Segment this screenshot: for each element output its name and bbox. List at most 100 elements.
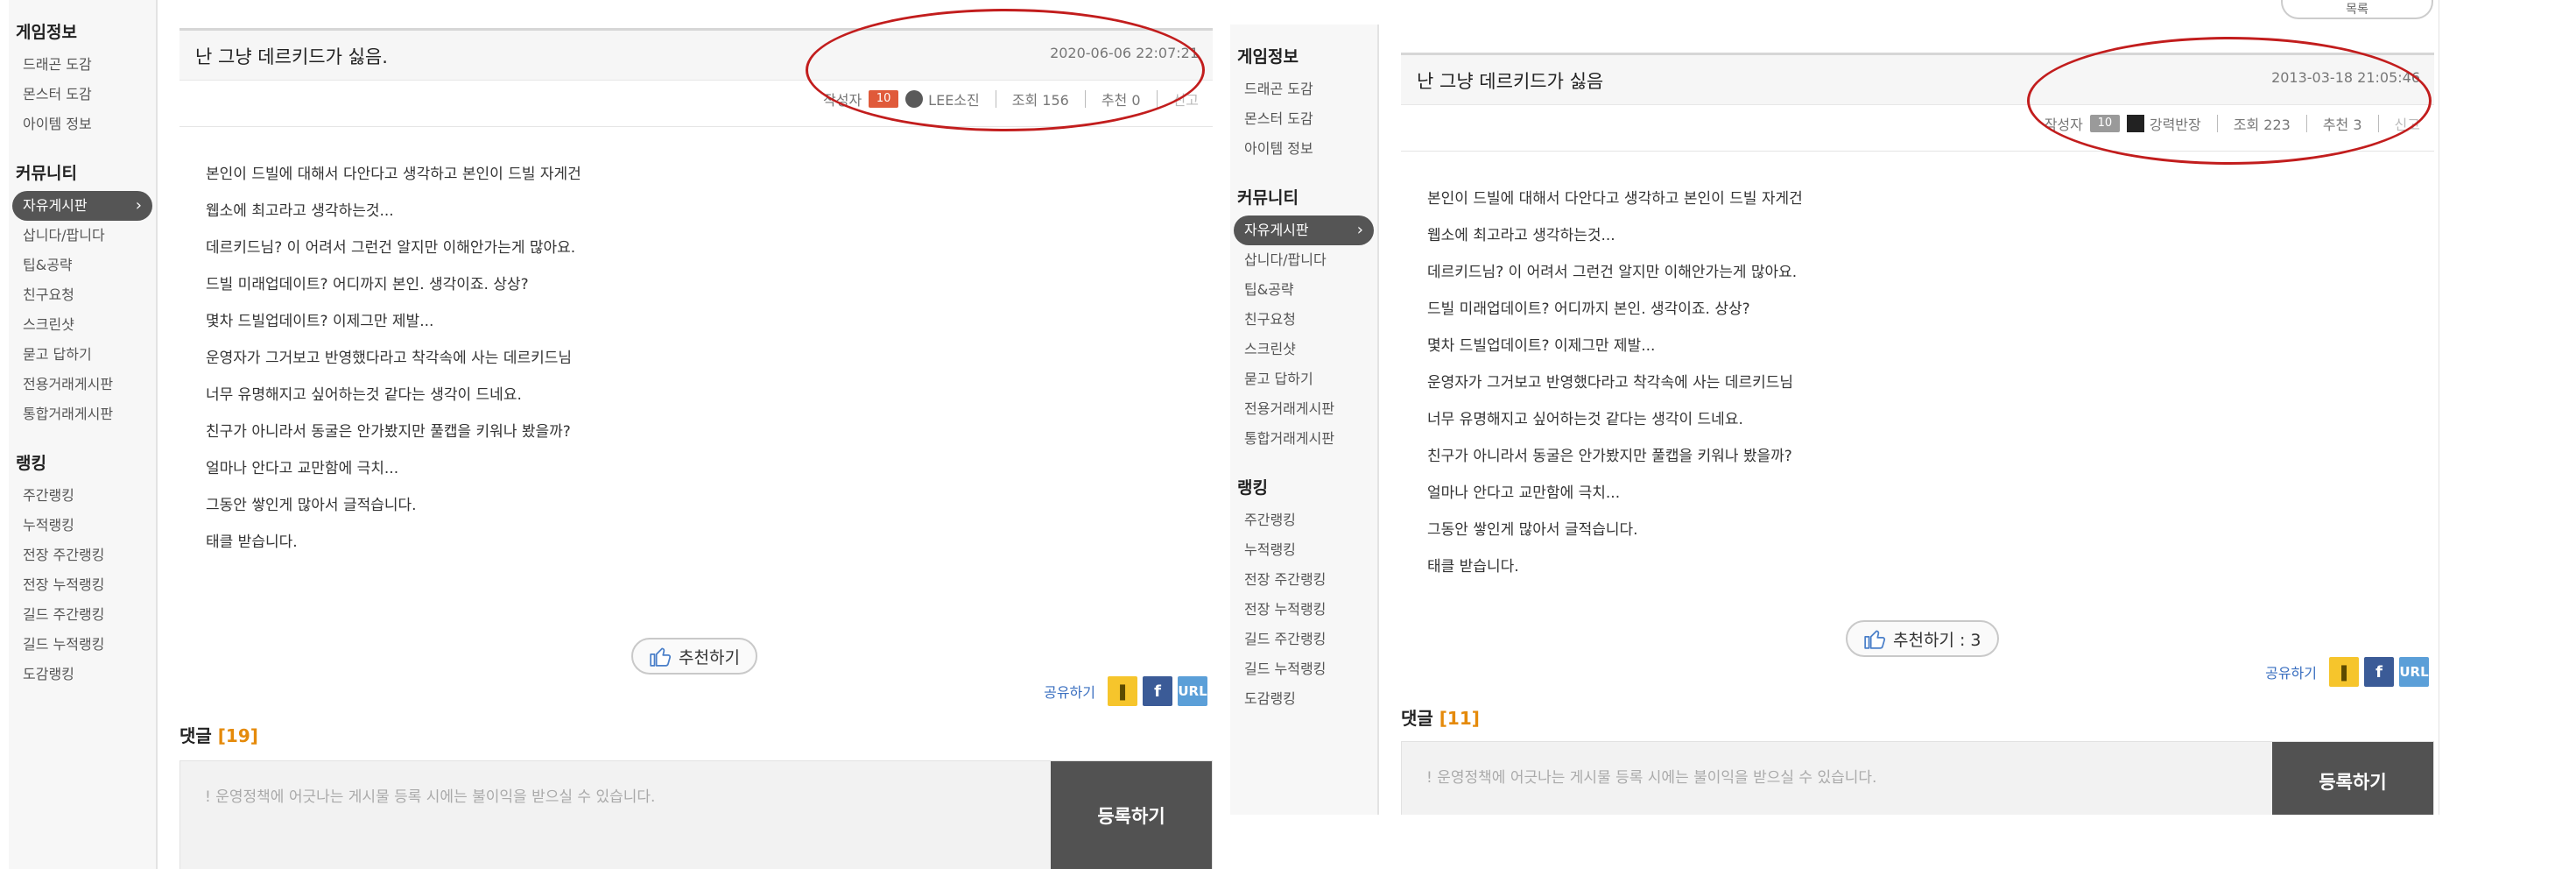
share-bar: 공유하기 ❚ f URL bbox=[2265, 657, 2429, 687]
annotation-ellipse bbox=[806, 9, 1205, 131]
sidebar-item-guild-weekly[interactable]: 길드 주간랭킹 bbox=[9, 600, 156, 630]
body-line: 몇차 드빌업데이트? 이제그만 제발... bbox=[1427, 337, 1656, 355]
body-line: 얼마나 안다고 교만함에 극치... bbox=[206, 460, 399, 477]
sidebar-item-tips[interactable]: 팁&공략 bbox=[1230, 275, 1377, 305]
sidebar-item-free-board[interactable]: 자유게시판 › bbox=[1234, 215, 1374, 245]
kakao-share-icon[interactable]: ❚ bbox=[2329, 657, 2359, 687]
sidebar-item-monster-book[interactable]: 몬스터 도감 bbox=[9, 80, 156, 110]
comment-input[interactable]: ! 운영정책에 어긋나는 게시물 등록 시에는 불이익을 받으실 수 있습니다.… bbox=[1401, 741, 2434, 815]
share-label: 공유하기 bbox=[1044, 684, 1095, 701]
sidebar-item-screenshot[interactable]: 스크린샷 bbox=[1230, 335, 1377, 364]
submit-button[interactable]: 등록하기 bbox=[2272, 742, 2433, 815]
comment-input[interactable]: ! 운영정책에 어긋나는 게시물 등록 시에는 불이익을 받으실 수 있습니다.… bbox=[179, 760, 1213, 869]
body-line: 본인이 드빌에 대해서 다안다고 생각하고 본인이 드빌 자게건 bbox=[206, 166, 581, 183]
sidebar-section-community: 커뮤니티 bbox=[1237, 188, 1299, 208]
chevron-right-icon: › bbox=[135, 196, 142, 215]
share-bar: 공유하기 ❚ f URL bbox=[1044, 676, 1207, 706]
sidebar-item-tips[interactable]: 팁&공략 bbox=[9, 251, 156, 280]
comment-placeholder: ! 운영정책에 어긋나는 게시물 등록 시에는 불이익을 받으실 수 있습니다. bbox=[205, 788, 656, 806]
sidebar-item-guild-total[interactable]: 길드 누적랭킹 bbox=[1230, 654, 1377, 684]
comment-count: [11] bbox=[1439, 708, 1480, 729]
sidebar-item-buy-sell[interactable]: 삽니다/팝니다 bbox=[9, 221, 156, 251]
sidebar-item-qna[interactable]: 묻고 답하기 bbox=[9, 340, 156, 370]
sidebar-item-total-rank[interactable]: 누적랭킹 bbox=[9, 511, 156, 540]
sidebar-item-item-info[interactable]: 아이템 정보 bbox=[9, 110, 156, 139]
post-body: 본인이 드빌에 대해서 다안다고 생각하고 본인이 드빌 자게건 웹소에 최고라… bbox=[1427, 180, 1803, 585]
sidebar-item-label: 자유게시판 bbox=[1244, 222, 1309, 238]
sidebar-item-dragon-book[interactable]: 드래곤 도감 bbox=[1230, 74, 1377, 104]
sidebar-item-exclusive-trade[interactable]: 전용거래게시판 bbox=[1230, 394, 1377, 424]
body-line: 친구가 아니라서 동굴은 안가봤지만 풀캡을 키워나 봤을까? bbox=[206, 423, 571, 441]
sidebar-section-ranking: 랭킹 bbox=[1237, 478, 1268, 498]
body-line: 본인이 드빌에 대해서 다안다고 생각하고 본인이 드빌 자게건 bbox=[1427, 190, 1803, 208]
recommend-label: 추천하기 : 3 bbox=[1893, 630, 1981, 650]
sidebar-item-monster-book[interactable]: 몬스터 도감 bbox=[1230, 104, 1377, 134]
sidebar: 게임정보 드래곤 도감 몬스터 도감 아이템 정보 커뮤니티 자유게시판 › 삽니… bbox=[9, 0, 158, 869]
thumbs-up-icon bbox=[650, 647, 672, 667]
body-line: 얼마나 안다고 교만함에 극치... bbox=[1427, 484, 1621, 502]
body-line: 운영자가 그거보고 반영했다라고 착각속에 사는 데르키드님 bbox=[1427, 374, 1794, 392]
comment-header: 댓글 [19] bbox=[179, 722, 258, 747]
sidebar-item-battle-weekly[interactable]: 전장 주간랭킹 bbox=[9, 540, 156, 570]
sidebar-item-total-rank[interactable]: 누적랭킹 bbox=[1230, 535, 1377, 565]
sidebar-section-game-info: 게임정보 bbox=[16, 23, 77, 42]
body-line: 너무 유명해지고 싶어하는것 같다는 생각이 드네요. bbox=[206, 386, 522, 404]
body-line: 태클 받습니다. bbox=[1427, 558, 1519, 576]
sidebar-item-guild-total[interactable]: 길드 누적랭킹 bbox=[9, 630, 156, 660]
recommend-label: 추천하기 bbox=[679, 647, 740, 668]
chevron-right-icon: › bbox=[1356, 221, 1363, 239]
panel-2020-post: 게임정보 드래곤 도감 몬스터 도감 아이템 정보 커뮤니티 자유게시판 › 삽니… bbox=[0, 0, 1217, 869]
comment-label: 댓글 bbox=[1401, 708, 1433, 729]
annotation-ellipse bbox=[2027, 37, 2432, 165]
sidebar-item-unified-trade[interactable]: 통합거래게시판 bbox=[9, 399, 156, 429]
share-label: 공유하기 bbox=[2265, 665, 2317, 682]
body-line: 데르키드님? 이 어려서 그런건 알지만 이해안가는게 많아요. bbox=[1427, 264, 1798, 281]
sidebar-item-weekly-rank[interactable]: 주간랭킹 bbox=[1230, 505, 1377, 535]
body-line: 친구가 아니라서 동굴은 안가봤지만 풀캡을 키워나 봤을까? bbox=[1427, 448, 1792, 465]
post-content: 난 그냥 데르키드가 싫음. 2020-06-06 22:07:21 작성자 1… bbox=[179, 0, 1213, 869]
sidebar-item-buy-sell[interactable]: 삽니다/팝니다 bbox=[1230, 245, 1377, 275]
recommend-button[interactable]: 추천하기 : 3 bbox=[1846, 620, 1999, 657]
sidebar-item-exclusive-trade[interactable]: 전용거래게시판 bbox=[9, 370, 156, 399]
recommend-button[interactable]: 추천하기 bbox=[631, 638, 757, 675]
sidebar-item-guild-weekly[interactable]: 길드 주간랭킹 bbox=[1230, 625, 1377, 654]
body-line: 너무 유명해지고 싶어하는것 같다는 생각이 드네요. bbox=[1427, 411, 1743, 428]
url-copy-button[interactable]: URL bbox=[1178, 676, 1207, 706]
comment-placeholder: ! 운영정책에 어긋나는 게시물 등록 시에는 불이익을 받으실 수 있습니다. bbox=[1426, 769, 1877, 787]
sidebar-item-book-rank[interactable]: 도감랭킹 bbox=[1230, 684, 1377, 714]
sidebar-item-friend-request[interactable]: 친구요청 bbox=[1230, 305, 1377, 335]
facebook-share-icon[interactable]: f bbox=[2364, 657, 2394, 687]
submit-button[interactable]: 등록하기 bbox=[1051, 761, 1212, 869]
sidebar-item-battle-total[interactable]: 전장 누적랭킹 bbox=[1230, 595, 1377, 625]
body-line: 드빌 미래업데이트? 어디까지 본인. 생각이죠. 상상? bbox=[206, 276, 529, 293]
panel-2013-post: 게임정보 드래곤 도감 몬스터 도감 아이템 정보 커뮤니티 자유게시판 › 삽니… bbox=[1221, 0, 2439, 815]
thumbs-up-icon bbox=[1864, 630, 1886, 649]
sidebar-item-free-board[interactable]: 자유게시판 › bbox=[12, 191, 152, 221]
sidebar-item-friend-request[interactable]: 친구요청 bbox=[9, 280, 156, 310]
body-line: 그동안 쌓인게 많아서 글적습니다. bbox=[1427, 521, 1638, 539]
sidebar-item-item-info[interactable]: 아이템 정보 bbox=[1230, 134, 1377, 164]
sidebar-item-unified-trade[interactable]: 통합거래게시판 bbox=[1230, 424, 1377, 454]
post-body: 본인이 드빌에 대해서 다안다고 생각하고 본인이 드빌 자게건 웹소에 최고라… bbox=[206, 156, 581, 561]
comment-header: 댓글 [11] bbox=[1401, 704, 1480, 730]
comment-label: 댓글 bbox=[179, 725, 212, 746]
sidebar-item-qna[interactable]: 묻고 답하기 bbox=[1230, 364, 1377, 394]
sidebar-item-battle-weekly[interactable]: 전장 주간랭킹 bbox=[1230, 565, 1377, 595]
post-title: 난 그냥 데르키드가 싫음 bbox=[1417, 71, 1604, 92]
list-button[interactable]: 목록 bbox=[2281, 0, 2433, 19]
url-copy-button[interactable]: URL bbox=[2399, 657, 2429, 687]
body-line: 웹소에 최고라고 생각하는것... bbox=[1427, 227, 1615, 244]
sidebar-item-dragon-book[interactable]: 드래곤 도감 bbox=[9, 50, 156, 80]
sidebar-item-weekly-rank[interactable]: 주간랭킹 bbox=[9, 481, 156, 511]
body-line: 데르키드님? 이 어려서 그런건 알지만 이해안가는게 많아요. bbox=[206, 239, 576, 257]
comment-count: [19] bbox=[217, 725, 258, 746]
sidebar-item-screenshot[interactable]: 스크린샷 bbox=[9, 310, 156, 340]
sidebar-item-battle-total[interactable]: 전장 누적랭킹 bbox=[9, 570, 156, 600]
facebook-share-icon[interactable]: f bbox=[1143, 676, 1172, 706]
sidebar-item-book-rank[interactable]: 도감랭킹 bbox=[9, 660, 156, 689]
body-line: 태클 받습니다. bbox=[206, 533, 298, 551]
sidebar-section-game-info: 게임정보 bbox=[1237, 47, 1299, 67]
kakao-share-icon[interactable]: ❚ bbox=[1108, 676, 1137, 706]
body-line: 웹소에 최고라고 생각하는것... bbox=[206, 202, 394, 220]
sidebar-section-ranking: 랭킹 bbox=[16, 454, 46, 473]
